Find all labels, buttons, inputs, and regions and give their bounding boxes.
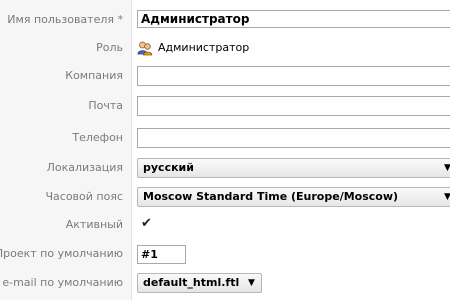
locale-select[interactable]: русский ▼ <box>137 158 450 178</box>
default-project-label: Проект по умолчанию <box>0 247 123 260</box>
default-email-select[interactable]: default_html.ftl ▼ <box>137 273 262 293</box>
timezone-select[interactable]: Moscow Standard Time (Europe/Moscow) ▼ <box>137 187 450 207</box>
default-email-selected: default_html.ftl <box>143 276 240 289</box>
role-value: Администратор <box>137 40 249 56</box>
chevron-down-icon: ▼ <box>444 159 450 177</box>
row-email: Почта <box>0 92 450 120</box>
timezone-label: Часовой пояс <box>45 190 123 203</box>
row-username: Имя пользователя * Администратор <box>0 6 450 34</box>
phone-label: Телефон <box>72 131 123 144</box>
row-phone: Телефон <box>0 124 450 152</box>
row-role: Роль Администратор <box>0 34 450 62</box>
role-label: Роль <box>96 41 123 54</box>
user-edit-form: Имя пользователя * Администратор Роль Ад… <box>0 0 450 300</box>
default-project-input[interactable]: #1 <box>137 245 186 264</box>
row-active: Активный ✔ <box>0 211 450 239</box>
chevron-down-icon: ▼ <box>444 188 450 206</box>
role-text: Администратор <box>158 41 250 54</box>
locale-selected: русский <box>143 161 194 174</box>
locale-label: Локализация <box>46 161 123 174</box>
row-timezone: Часовой пояс Moscow Standard Time (Europ… <box>0 183 450 211</box>
timezone-selected: Moscow Standard Time (Europe/Moscow) <box>143 190 399 203</box>
checkmark-icon[interactable]: ✔ <box>141 217 153 231</box>
row-default-project: Проект по умолчанию #1 <box>0 240 450 268</box>
company-label: Компания <box>65 69 123 82</box>
row-company: Компания <box>0 62 450 90</box>
users-icon <box>137 41 153 56</box>
phone-input[interactable] <box>137 128 450 148</box>
username-input[interactable]: Администратор <box>137 10 450 28</box>
username-label: Имя пользователя * <box>7 13 123 26</box>
company-input[interactable] <box>137 66 450 86</box>
row-locale: Локализация русский ▼ <box>0 154 450 182</box>
email-input[interactable] <box>137 96 450 116</box>
default-email-label: e-mail по умолчанию <box>2 276 123 289</box>
email-label: Почта <box>88 99 123 112</box>
active-label: Активный <box>65 218 123 231</box>
chevron-down-icon: ▼ <box>248 278 255 288</box>
row-default-email: e-mail по умолчанию default_html.ftl ▼ <box>0 269 450 297</box>
